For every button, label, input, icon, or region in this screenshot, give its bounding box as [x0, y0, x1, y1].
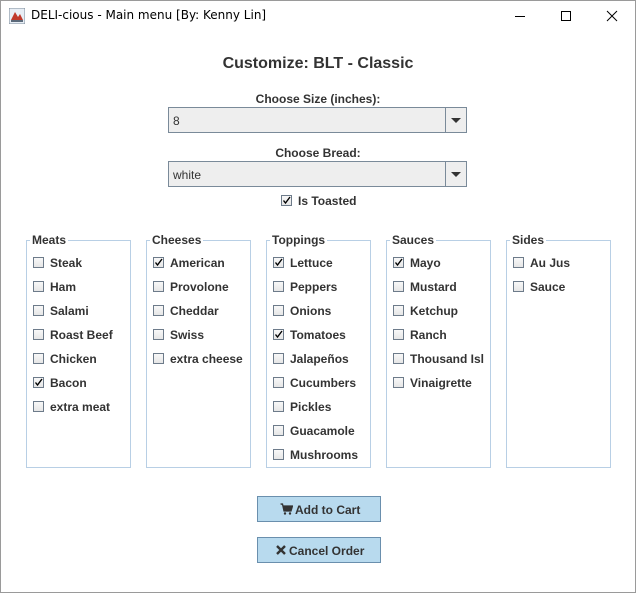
maximize-button[interactable] [543, 1, 589, 31]
bread-value: white [173, 168, 202, 182]
checkbox-label: Thousand Isl [410, 352, 485, 366]
checkbox-label: Mayo [410, 256, 441, 270]
checkbox-label: extra meat [50, 400, 111, 414]
checkbox-box[interactable] [153, 353, 164, 364]
checkbox-box[interactable] [513, 257, 524, 268]
minimize-button[interactable] [497, 1, 543, 31]
checkbox-label: Peppers [290, 280, 338, 294]
checkbox-box[interactable] [273, 257, 284, 268]
checkbox-label: Mushrooms [290, 448, 359, 462]
checkbox-label: Au Jus [530, 256, 571, 270]
checkbox-label: Ranch [410, 328, 447, 342]
checkbox-box[interactable] [33, 305, 44, 316]
size-value: 8 [173, 114, 180, 128]
checkbox-box[interactable] [273, 401, 284, 412]
checkbox-box[interactable] [153, 305, 164, 316]
title-bar: DELI-cious - Main menu [By: Kenny Lin] [1, 1, 635, 31]
size-dropdown[interactable]: 8 [168, 107, 467, 133]
panel-sides [506, 240, 611, 468]
close-button[interactable] [589, 1, 635, 31]
checkbox-label: Ketchup [410, 304, 458, 318]
bread-label: Choose Bread: [275, 146, 361, 160]
chevron-down-icon[interactable] [445, 108, 466, 132]
cancel-order-button[interactable]: Cancel Order [257, 537, 381, 563]
toasted-check[interactable] [281, 195, 292, 206]
toasted-label: Is Toasted [298, 194, 357, 208]
panel-title: Meats [30, 233, 69, 247]
cancel-order-label: Cancel Order [289, 544, 365, 558]
checkbox-label: American [170, 256, 225, 270]
minimize-icon [515, 16, 525, 17]
checkbox-label: extra cheese [170, 352, 243, 366]
close-icon [606, 10, 618, 22]
chevron-down-icon[interactable] [445, 162, 466, 186]
checkbox-box[interactable] [273, 425, 284, 436]
checkbox-label: Bacon [50, 376, 87, 390]
checkbox-box[interactable] [513, 281, 524, 292]
checkbox-box[interactable] [33, 401, 44, 412]
panel-title: Sauces [390, 233, 437, 247]
checkbox-box[interactable] [273, 353, 284, 364]
checkbox-box[interactable] [33, 281, 44, 292]
panel-title: Toppings [270, 233, 328, 247]
checkbox-label: Steak [50, 256, 83, 270]
checkbox-label: Jalapeños [290, 352, 349, 366]
checkbox-box[interactable] [393, 353, 404, 364]
checkbox-label: Lettuce [290, 256, 333, 270]
checkbox-box[interactable] [153, 257, 164, 268]
checkbox-label: Cucumbers [290, 376, 357, 390]
checkbox-box[interactable] [273, 377, 284, 388]
add-to-cart-button[interactable]: Add to Cart [257, 496, 381, 522]
x-icon [275, 544, 287, 559]
checkbox-box[interactable] [273, 449, 284, 460]
size-label: Choose Size (inches): [255, 92, 381, 106]
add-to-cart-label: Add to Cart [295, 503, 361, 517]
checkbox-box[interactable] [33, 377, 44, 388]
checkbox-box[interactable] [273, 305, 284, 316]
checkbox-label: Guacamole [290, 424, 355, 438]
checkbox-label: Roast Beef [50, 328, 113, 342]
checkbox-label: Onions [290, 304, 332, 318]
checkbox-box[interactable] [273, 329, 284, 340]
checkbox-box[interactable] [33, 329, 44, 340]
checkbox-box[interactable] [393, 377, 404, 388]
cart-icon [280, 503, 294, 518]
checkbox-box[interactable] [33, 257, 44, 268]
checkbox-box[interactable] [273, 281, 284, 292]
checkbox-box[interactable] [393, 305, 404, 316]
checkbox-box[interactable] [393, 281, 404, 292]
checkbox-box[interactable] [33, 353, 44, 364]
bread-dropdown[interactable]: white [168, 161, 467, 187]
checkbox-label: Pickles [290, 400, 332, 414]
app-window: DELI-cious - Main menu [By: Kenny Lin] C… [0, 0, 636, 593]
checkbox-box[interactable] [153, 281, 164, 292]
checkbox-label: Tomatoes [290, 328, 346, 342]
app-icon [8, 7, 26, 25]
checkbox-label: Chicken [50, 352, 97, 366]
checkbox-label: Swiss [170, 328, 205, 342]
checkbox-label: Mustard [410, 280, 457, 294]
checkbox-label: Salami [50, 304, 89, 318]
panel-title: Cheeses [150, 233, 204, 247]
maximize-icon [561, 11, 571, 21]
checkbox-box[interactable] [393, 257, 404, 268]
checkbox-box[interactable] [393, 329, 404, 340]
page-title: Customize: BLT - Classic [222, 55, 414, 72]
panel-title: Sides [510, 233, 547, 247]
checkbox-label: Provolone [170, 280, 229, 294]
checkbox-label: Vinaigrette [410, 376, 472, 390]
checkbox-label: Sauce [530, 280, 566, 294]
checkbox-box[interactable] [153, 329, 164, 340]
window-title: DELI-cious - Main menu [By: Kenny Lin] [31, 8, 267, 22]
checkbox-label: Cheddar [170, 304, 219, 318]
checkbox-label: Ham [50, 280, 77, 294]
